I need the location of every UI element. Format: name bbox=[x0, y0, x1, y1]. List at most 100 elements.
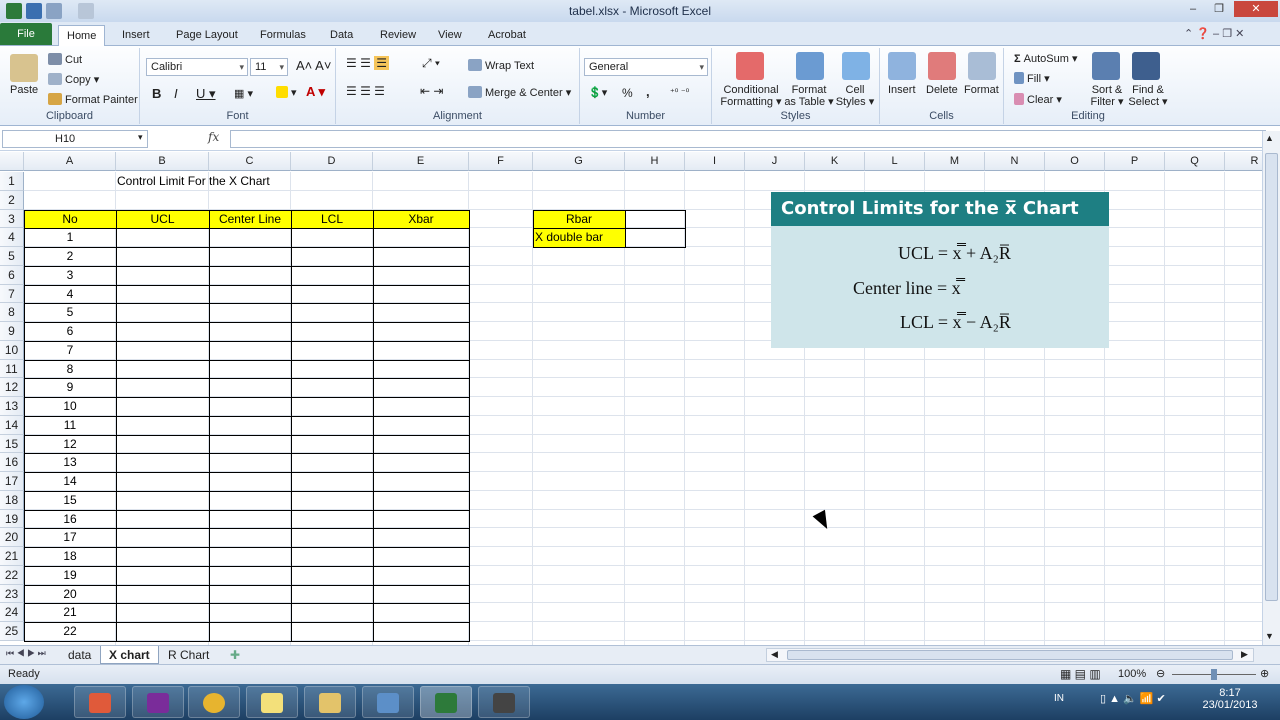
table-empty-cell[interactable] bbox=[209, 491, 291, 510]
row-header[interactable]: 11 bbox=[0, 359, 24, 379]
table-empty-cell[interactable] bbox=[209, 603, 291, 622]
table-empty-cell[interactable] bbox=[291, 228, 373, 247]
table-empty-cell[interactable] bbox=[116, 547, 209, 566]
column-header[interactable]: J bbox=[745, 152, 805, 171]
table-number-cell[interactable]: 7 bbox=[24, 341, 116, 360]
table-empty-cell[interactable] bbox=[209, 585, 291, 604]
table-number-cell[interactable]: 16 bbox=[24, 510, 116, 529]
clear-button[interactable]: Clear ▾ bbox=[1014, 93, 1062, 106]
table-empty-cell[interactable] bbox=[291, 510, 373, 529]
table-number-cell[interactable]: 1 bbox=[24, 228, 116, 247]
sort-filter-button[interactable]: Sort & Filter ▾ bbox=[1088, 84, 1126, 108]
row-header[interactable]: 22 bbox=[0, 565, 24, 585]
borders-icon[interactable]: ▦ ▾ bbox=[234, 87, 253, 100]
row-header[interactable]: 17 bbox=[0, 472, 24, 491]
tab-data[interactable]: Data bbox=[322, 25, 361, 46]
row-header[interactable]: 15 bbox=[0, 434, 24, 454]
table-empty-cell[interactable] bbox=[291, 322, 373, 341]
column-header[interactable]: K bbox=[805, 152, 865, 171]
table-empty-cell[interactable] bbox=[116, 266, 209, 285]
column-header[interactable]: Q bbox=[1165, 152, 1225, 171]
table-number-cell[interactable]: 19 bbox=[24, 566, 116, 585]
tab-acrobat[interactable]: Acrobat bbox=[480, 25, 534, 46]
table-empty-cell[interactable] bbox=[209, 228, 291, 247]
table-number-cell[interactable]: 13 bbox=[24, 453, 116, 472]
wrap-text-button[interactable]: Wrap Text bbox=[468, 59, 534, 72]
table-empty-cell[interactable] bbox=[116, 397, 209, 416]
table-empty-cell[interactable] bbox=[373, 472, 469, 491]
table-empty-cell[interactable] bbox=[291, 472, 373, 491]
restore-button[interactable]: ❐ bbox=[1206, 1, 1232, 17]
cell-styles-icon[interactable] bbox=[842, 52, 870, 80]
row-header[interactable]: 16 bbox=[0, 453, 24, 472]
copy-button[interactable]: Copy ▾ bbox=[48, 73, 99, 86]
table-header-cell[interactable]: Xbar bbox=[373, 209, 469, 229]
table-empty-cell[interactable] bbox=[373, 491, 469, 510]
table-empty-cell[interactable] bbox=[291, 247, 373, 266]
row-header[interactable]: 9 bbox=[0, 322, 24, 341]
table-empty-cell[interactable] bbox=[291, 453, 373, 472]
font-color-icon[interactable]: A ▾ bbox=[306, 84, 325, 100]
binoculars-icon[interactable] bbox=[1132, 52, 1160, 80]
font-name-select[interactable]: Calibri bbox=[146, 58, 248, 76]
table-empty-cell[interactable] bbox=[373, 378, 469, 397]
table-empty-cell[interactable] bbox=[209, 322, 291, 341]
bold-button[interactable]: B bbox=[152, 86, 161, 101]
table-empty-cell[interactable] bbox=[116, 285, 209, 304]
table-empty-cell[interactable] bbox=[116, 472, 209, 491]
italic-button[interactable]: I bbox=[174, 86, 178, 101]
sheet-tab-data[interactable]: data bbox=[60, 646, 99, 664]
indent-icons[interactable]: ⇤ ⇥ bbox=[420, 84, 443, 98]
scroll-left-icon[interactable]: ◀ bbox=[771, 649, 778, 660]
format-table-icon[interactable] bbox=[796, 52, 824, 80]
table-empty-cell[interactable] bbox=[209, 303, 291, 322]
close-button[interactable]: ✕ bbox=[1234, 1, 1278, 17]
select-all-corner[interactable] bbox=[0, 152, 24, 171]
table-empty-cell[interactable] bbox=[116, 603, 209, 622]
tab-page-layout[interactable]: Page Layout bbox=[168, 25, 246, 46]
table-empty-cell[interactable] bbox=[291, 416, 373, 435]
table-empty-cell[interactable] bbox=[209, 528, 291, 547]
table-number-cell[interactable]: 4 bbox=[24, 285, 116, 304]
table-empty-cell[interactable] bbox=[291, 547, 373, 566]
table-empty-cell[interactable] bbox=[209, 472, 291, 491]
format-as-table-button[interactable]: Format as Table ▾ bbox=[784, 84, 834, 108]
conditional-formatting-button[interactable]: Conditional Formatting ▾ bbox=[720, 84, 782, 108]
clock[interactable]: 8:17 23/01/2013 bbox=[1200, 687, 1260, 711]
table-empty-cell[interactable] bbox=[209, 510, 291, 529]
row-header[interactable]: 3 bbox=[0, 209, 24, 229]
x-double-bar-value-cell[interactable] bbox=[625, 228, 685, 247]
rbar-value-cell[interactable] bbox=[625, 210, 685, 229]
table-empty-cell[interactable] bbox=[291, 266, 373, 285]
table-empty-cell[interactable] bbox=[116, 453, 209, 472]
row-header[interactable]: 24 bbox=[0, 603, 24, 622]
cell-styles-button[interactable]: Cell Styles ▾ bbox=[834, 84, 876, 108]
table-empty-cell[interactable] bbox=[116, 303, 209, 322]
table-empty-cell[interactable] bbox=[291, 378, 373, 397]
tab-home[interactable]: Home bbox=[58, 25, 106, 47]
row-header[interactable]: 7 bbox=[0, 284, 24, 304]
ribbon-controls[interactable]: ⌃ ❓ – ❐ ✕ bbox=[1184, 27, 1244, 40]
row-header[interactable]: 20 bbox=[0, 528, 24, 547]
table-empty-cell[interactable] bbox=[291, 303, 373, 322]
table-empty-cell[interactable] bbox=[373, 622, 469, 641]
language-indicator[interactable]: IN bbox=[1054, 693, 1064, 704]
taskbar-app-explorer[interactable] bbox=[304, 686, 356, 718]
row-header[interactable]: 4 bbox=[0, 228, 24, 247]
insert-function-button[interactable]: fx bbox=[208, 130, 219, 144]
column-header[interactable]: F bbox=[469, 152, 533, 171]
table-empty-cell[interactable] bbox=[373, 397, 469, 416]
column-header[interactable]: O bbox=[1045, 152, 1105, 171]
zoom-in-icon[interactable]: ⊕ bbox=[1260, 667, 1269, 680]
row-header[interactable]: 10 bbox=[0, 340, 24, 360]
table-empty-cell[interactable] bbox=[209, 378, 291, 397]
delete-cells-button[interactable]: Delete bbox=[926, 84, 958, 96]
row-header[interactable]: 25 bbox=[0, 622, 24, 641]
row-header[interactable]: 8 bbox=[0, 303, 24, 322]
tray-icons[interactable]: ▯ ▲ 🔈 📶 ✔ bbox=[1100, 692, 1166, 705]
fill-color-icon[interactable]: ▾ bbox=[276, 86, 297, 99]
table-number-cell[interactable]: 6 bbox=[24, 322, 116, 341]
table-empty-cell[interactable] bbox=[209, 435, 291, 454]
table-empty-cell[interactable] bbox=[291, 528, 373, 547]
table-empty-cell[interactable] bbox=[373, 453, 469, 472]
